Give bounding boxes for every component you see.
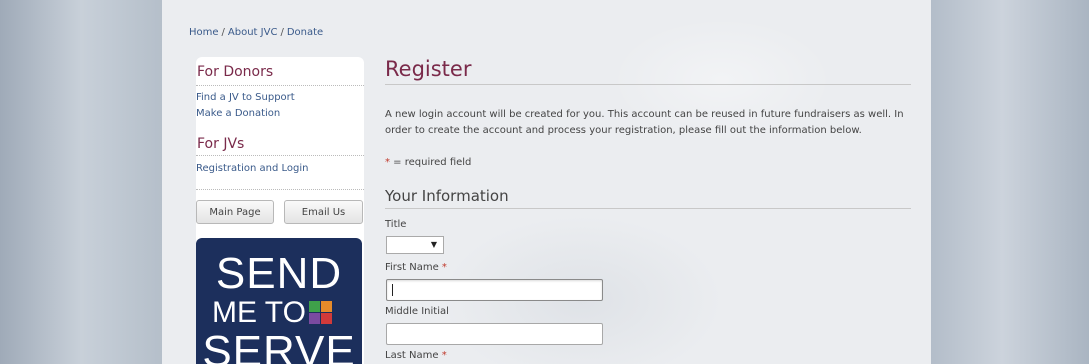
main-page-button[interactable]: Main Page [196, 200, 274, 224]
for-donors-heading: For Donors [197, 64, 274, 80]
required-note-text: = required field [390, 157, 472, 168]
breadcrumb-separator: / [280, 27, 284, 38]
send-me-to-serve-banner[interactable]: SEND ME TO SERVE [196, 238, 362, 364]
last-name-label-text: Last Name [385, 350, 439, 361]
world-map-background-right [931, 0, 1089, 364]
middle-initial-label: Middle Initial [385, 306, 449, 317]
breadcrumb-separator: / [221, 27, 225, 38]
banner-text-send: SEND [215, 249, 343, 298]
for-jvs-heading: For JVs [197, 136, 245, 152]
divider [196, 189, 364, 190]
flag-tile-green [309, 301, 320, 312]
title-divider [385, 84, 911, 85]
title-label: Title [385, 219, 407, 230]
required-star: * [441, 262, 447, 273]
first-name-label: First Name * [385, 262, 447, 273]
middle-initial-input[interactable] [386, 323, 603, 345]
required-field-note: * = required field [385, 157, 471, 168]
last-name-label: Last Name * [385, 350, 447, 361]
world-map-background-left [0, 0, 162, 364]
banner-text-serve: SERVE [202, 327, 356, 364]
intro-text: A new login account will be created for … [385, 109, 904, 136]
sidebar: For Donors Find a JV to Support Make a D… [196, 57, 364, 364]
breadcrumb-home[interactable]: Home [189, 27, 219, 38]
banner-text-me-to: ME TO [212, 296, 306, 329]
title-select[interactable]: ▼ [386, 236, 444, 254]
first-name-label-text: First Name [385, 262, 439, 273]
breadcrumb-about[interactable]: About JVC [228, 27, 278, 38]
flag-tile-red [321, 313, 332, 324]
find-jv-link[interactable]: Find a JV to Support [196, 92, 295, 103]
page-title: Register [385, 57, 472, 81]
flag-tile-orange [321, 301, 332, 312]
your-information-heading: Your Information [385, 187, 509, 205]
text-caret [392, 284, 393, 296]
first-name-input[interactable] [386, 279, 603, 301]
page-content: Home / About JVC / Donate For Donors Find a … [162, 0, 931, 364]
email-us-button[interactable]: Email Us [284, 200, 363, 224]
breadcrumb: Home / About JVC / Donate [189, 27, 323, 38]
flag-tile-purple [309, 313, 320, 324]
required-star: * [441, 350, 447, 361]
registration-login-link[interactable]: Registration and Login [196, 163, 308, 174]
dropdown-arrow-icon: ▼ [430, 240, 437, 249]
divider [196, 85, 364, 86]
divider [196, 155, 364, 156]
make-donation-link[interactable]: Make a Donation [196, 108, 280, 119]
section-divider [385, 208, 911, 209]
breadcrumb-donate: Donate [286, 27, 324, 38]
